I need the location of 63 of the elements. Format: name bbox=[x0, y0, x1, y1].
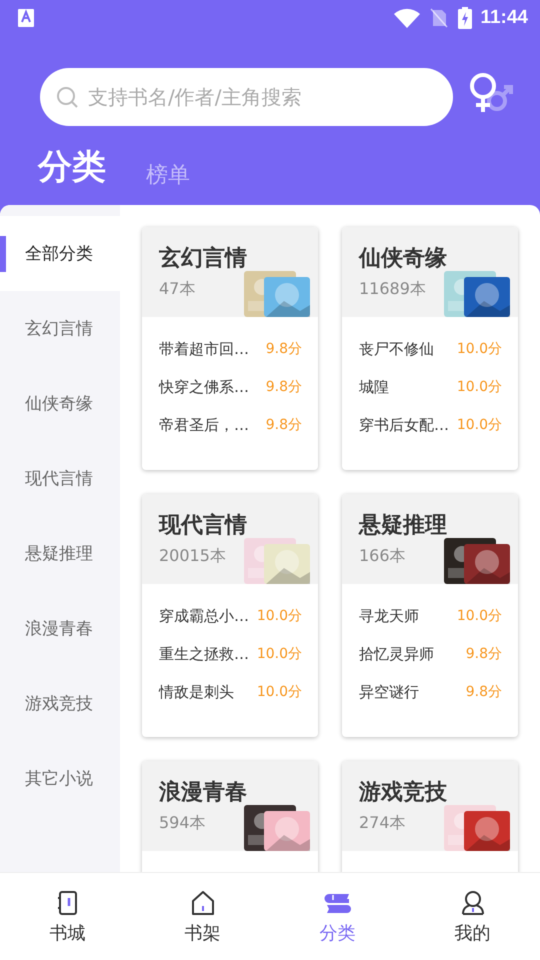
sidebar-item[interactable]: 现代言情 bbox=[0, 441, 120, 516]
book-title[interactable]: 情敌是刺头 bbox=[159, 682, 234, 702]
category-title: 游戏竞技 bbox=[359, 779, 447, 807]
category-card[interactable]: 仙侠奇缘 11689本 丧尸不修仙 10.0分 城隍 10.0分 穿书后女配… 10.0分 bbox=[342, 227, 518, 470]
wifi-icon bbox=[394, 8, 420, 28]
sidebar-item[interactable]: 玄幻言情 bbox=[0, 291, 120, 366]
book-count: 594本 bbox=[159, 813, 206, 834]
book-score: 10.0分 bbox=[456, 607, 502, 625]
book-title[interactable]: 重生之拯救… bbox=[159, 644, 249, 664]
book-score: 9.8分 bbox=[266, 378, 302, 396]
book-score: 9.8分 bbox=[466, 683, 502, 701]
book-title[interactable]: 丧尸不修仙 bbox=[359, 340, 434, 358]
book-title[interactable]: 拾忆灵异师 bbox=[359, 644, 434, 664]
book-count: 274本 bbox=[359, 813, 406, 834]
book-title[interactable]: 穿书后女配… bbox=[359, 416, 449, 434]
category-title: 浪漫青春 bbox=[159, 778, 247, 807]
book-score: 9.8分 bbox=[266, 416, 302, 434]
status-time: 11:44 bbox=[480, 7, 528, 29]
sidebar-item[interactable]: 悬疑推理 bbox=[0, 516, 120, 591]
category-title: 悬疑推理 bbox=[359, 512, 447, 540]
book-score: 10.0分 bbox=[456, 416, 502, 434]
category-card[interactable]: 现代言情 20015本 穿成霸总小… 10.0分 重生之拯救… 10.0分 情敌是刺头 10.0分 bbox=[142, 494, 318, 737]
book-count: 11689本 bbox=[359, 279, 426, 300]
category-card[interactable]: 浪漫青春 594本 bbox=[142, 761, 318, 872]
sidebar-item[interactable]: 全部分类 bbox=[0, 216, 120, 291]
category-title: 仙侠奇缘 bbox=[359, 245, 447, 273]
nav-tab[interactable]: 分类 bbox=[270, 873, 405, 960]
book-score: 9.8分 bbox=[466, 645, 502, 663]
book-title[interactable]: 异空谜行 bbox=[359, 682, 419, 702]
book-score: 10.0分 bbox=[256, 645, 302, 663]
category-card[interactable]: 玄幻言情 47本 带着超市回… 9.8分 快穿之佛系… 9.8分 帝君圣后，… 9.8分 bbox=[142, 227, 318, 470]
book-score: 10.0分 bbox=[456, 378, 502, 396]
search-bar[interactable]: 支持书名/作者/主角搜索 bbox=[40, 68, 453, 126]
book-score: 10.0分 bbox=[256, 607, 302, 625]
category-card[interactable]: 游戏竞技 274本 bbox=[342, 761, 518, 872]
category-title: 玄幻言情 bbox=[159, 244, 247, 273]
book-title[interactable]: 帝君圣后，… bbox=[159, 416, 249, 434]
sidebar-item[interactable]: 仙侠奇缘 bbox=[0, 366, 120, 441]
sidebar-item[interactable]: 其它小说 bbox=[0, 741, 120, 816]
book-score: 10.0分 bbox=[456, 340, 502, 358]
sidebar-item[interactable]: 游戏竞技 bbox=[0, 666, 120, 741]
search-input[interactable]: 支持书名/作者/主角搜索 bbox=[86, 84, 437, 110]
book-score: 9.8分 bbox=[266, 340, 302, 358]
search-icon bbox=[56, 86, 78, 108]
app-notification-icon bbox=[18, 9, 34, 27]
tab[interactable]: 分类 bbox=[38, 144, 106, 190]
nav-tab[interactable]: 书城 bbox=[0, 873, 135, 960]
nav-tab[interactable]: 书架 bbox=[135, 873, 270, 960]
book-title[interactable]: 带着超市回… bbox=[159, 340, 249, 358]
sidebar-item[interactable]: 浪漫青春 bbox=[0, 591, 120, 666]
book-title[interactable]: 快穿之佛系… bbox=[159, 378, 249, 396]
no-sim-icon bbox=[430, 8, 448, 28]
nav-tab[interactable]: 我的 bbox=[405, 873, 540, 960]
book-count: 47本 bbox=[159, 279, 196, 300]
book-score: 10.0分 bbox=[256, 683, 302, 701]
book-title[interactable]: 城隍 bbox=[359, 378, 389, 396]
category-card[interactable]: 悬疑推理 166本 寻龙天师 10.0分 拾忆灵异师 9.8分 异空谜行 9.8分 bbox=[342, 494, 518, 737]
book-count: 20015本 bbox=[159, 546, 226, 567]
book-title[interactable]: 寻龙天师 bbox=[359, 606, 419, 626]
category-title: 现代言情 bbox=[159, 512, 247, 540]
book-count: 166本 bbox=[359, 546, 406, 567]
battery-charging-icon bbox=[458, 7, 472, 29]
book-title[interactable]: 穿成霸总小… bbox=[159, 606, 249, 626]
